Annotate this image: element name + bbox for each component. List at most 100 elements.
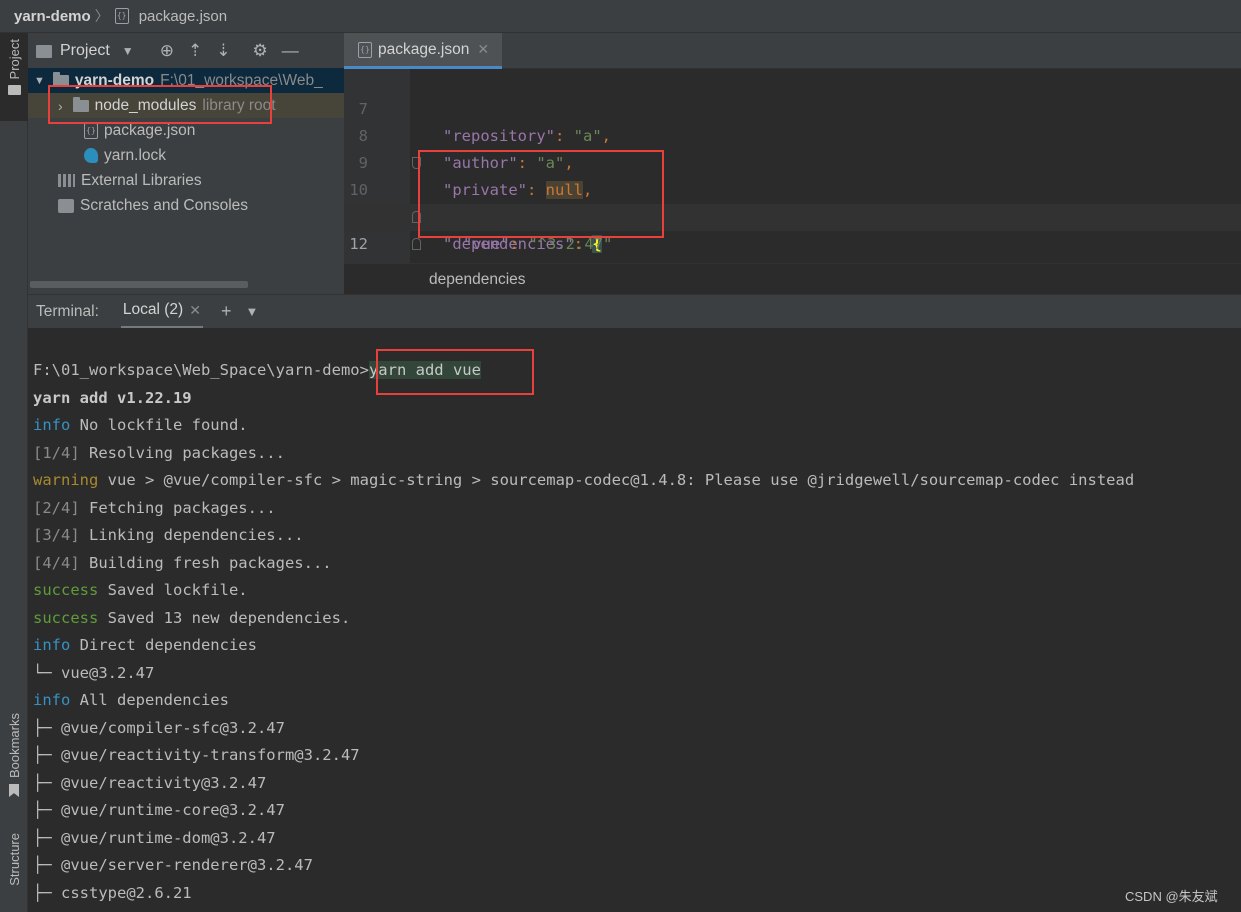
project-view-icon [36,44,52,58]
locate-icon[interactable]: ⊕ [160,41,174,61]
terminal-text: Saved 13 new dependencies. [98,609,351,627]
code-line: 10 "dependencies": { [344,150,1241,253]
terminal-line: [2/4] Fetching packages... [33,496,276,520]
terminal-line: info All dependencies [33,688,229,712]
tree-item-label: node_modules [94,96,197,114]
step-tag: [4/4] [33,554,80,572]
code-line: 8 "author": "a", [344,96,1241,172]
breadcrumb-separator-icon: 〉 [94,8,109,24]
folder-icon [7,85,21,96]
step-tag: [2/4] [33,499,80,517]
scratches-icon [58,198,74,213]
terminal-line: success Saved 13 new dependencies. [33,606,350,630]
terminal-header: Terminal: Local (2) ✕ + ▼ [28,294,1241,329]
code-line: 13 } [344,231,1241,334]
tab-package-json[interactable]: {} package.json ✕ [344,33,502,69]
terminal-text: Resolving packages... [79,444,285,462]
code-line: 7 "repository": "a", [344,69,1241,145]
terminal-text: Fetching packages... [79,499,276,517]
success-tag: success [33,581,99,599]
code-line: 11 "vue": "^3.2.47" [344,177,1241,253]
tree-item-label: yarn.lock [104,146,167,164]
info-tag: info [33,636,71,654]
terminal-command: yarn add vue [368,361,481,379]
code-line-current: 12 } [344,204,1241,308]
terminal-line: [1/4] Resolving packages... [33,441,285,465]
terminal-line: ├─ @vue/runtime-dom@3.2.47 [33,829,276,847]
terminal-line: warning vue > @vue/compiler-sfc > magic-… [33,468,1134,492]
terminal-line: yarn add v1.22.19 [33,389,192,407]
breadcrumb-file[interactable]: {} package.json [114,8,227,25]
info-tag: info [33,691,71,709]
chevron-down-icon[interactable]: ▼ [122,44,134,58]
info-tag: info [33,416,71,434]
json-file-icon: {} [84,122,98,139]
bookmarks-tool-tab[interactable]: Bookmarks [0,713,28,813]
tree-item-yarn-lock[interactable]: yarn.lock [28,143,344,168]
terminal-label: Terminal: [36,302,99,320]
tab-terminal-local[interactable]: Local (2) ✕ [120,295,203,329]
close-icon[interactable]: ✕ [477,41,489,58]
terminal-line: ├─ @vue/reactivity@3.2.47 [33,774,267,792]
terminal-output[interactable]: F:\01_workspace\Web_Space\yarn-demo>yarn… [28,328,1241,912]
project-tool-tab[interactable]: Project [0,33,28,121]
libraries-icon [58,174,75,187]
terminal-line: [3/4] Linking dependencies... [33,523,304,547]
watermark: CSDN @朱友斌 [1125,889,1218,904]
chevron-down-icon[interactable]: ▼ [245,304,258,319]
tree-item-node-modules[interactable]: › node_modules library root [28,93,344,118]
json-file-icon: {} [114,8,129,24]
terminal-line: ├─ @vue/reactivity-transform@3.2.47 [33,746,360,764]
add-terminal-icon[interactable]: + [221,301,232,322]
tree-item-project-root[interactable]: ▼ yarn-demo F:\01_workspace\Web_ [28,68,344,93]
fold-icon[interactable] [412,238,421,250]
structure-tool-tab[interactable]: Structure [0,833,28,912]
folder-icon [52,71,69,87]
terminal-line: info Direct dependencies [33,633,257,657]
horizontal-scrollbar[interactable] [30,281,248,288]
structure-tool-tab-label: Structure [6,833,22,886]
terminal-tab-label: Local (2) [122,301,184,318]
tree-item-label: yarn-demo [74,71,155,89]
expand-all-icon[interactable]: ⇡ [188,41,202,61]
editor-breadcrumb[interactable]: dependencies [344,263,1241,294]
step-tag: [3/4] [33,526,80,544]
terminal-text: Linking dependencies... [79,526,304,544]
terminal-line: success Saved lockfile. [33,578,248,602]
terminal-line: └─ vue@3.2.47 [33,664,155,682]
terminal-text: No lockfile found. [70,416,248,434]
breadcrumb-project[interactable]: yarn-demo [14,8,91,25]
success-tag: success [33,609,99,627]
project-toolbar: Project ▼ ⊕ ⇡ ⇣ ⚙ — [28,33,344,69]
code-editor[interactable]: 7 "repository": "a", 8 "author": "a", 9 … [344,69,1241,334]
tree-item-scratches[interactable]: Scratches and Consoles [28,193,344,218]
fold-icon[interactable] [412,211,421,223]
project-tool-tab-label: Project [6,39,22,80]
tree-item-path: F:\01_workspace\Web_ [160,71,323,89]
terminal-text: vue > @vue/compiler-sfc > magic-string >… [98,471,1135,489]
tree-item-external-libraries[interactable]: External Libraries [28,168,344,193]
terminal-text: Building fresh packages... [79,554,332,572]
breadcrumb-bar: yarn-demo 〉 {} package.json [0,0,1241,33]
tree-item-extra: library root [202,96,276,114]
collapse-all-icon[interactable]: ⇣ [216,41,230,61]
terminal-text: Saved lockfile. [98,581,248,599]
fold-icon[interactable] [412,157,421,169]
bookmark-icon [9,784,19,798]
terminal-line: ├─ @vue/compiler-sfc@3.2.47 [33,719,285,737]
gear-icon[interactable]: ⚙ [252,41,267,61]
terminal-line: ├─ csstype@2.6.21 [33,884,192,902]
project-view-dropdown[interactable]: Project [60,42,110,60]
chevron-down-icon: ▼ [34,74,45,87]
project-panel: Project ▼ ⊕ ⇡ ⇣ ⚙ — ▼ yarn-demo F:\01_wo… [28,33,344,294]
minimize-icon[interactable]: — [282,41,299,61]
left-tool-strip: Project Bookmarks Structure [0,33,28,912]
close-icon[interactable]: ✕ [189,302,201,319]
tab-label: package.json [378,40,470,58]
tree-item-package-json[interactable]: {} package.json [28,118,344,143]
terminal-prompt: F:\01_workspace\Web_Space\yarn-demo> [33,361,369,379]
code-line: 9 "private": null, [344,123,1241,199]
yarn-icon [84,148,98,163]
terminal-line: ├─ @vue/server-renderer@3.2.47 [33,856,313,874]
editor-tab-bar: {} package.json ✕ [344,33,1241,69]
